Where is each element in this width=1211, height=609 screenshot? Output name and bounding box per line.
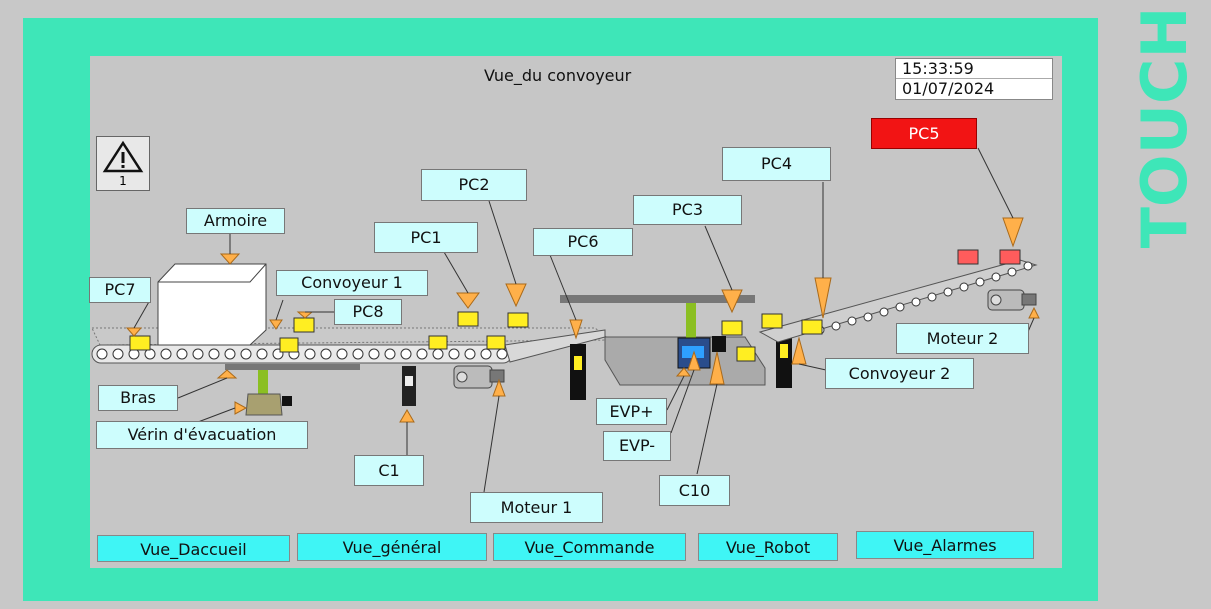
label-convoyeur-1: Convoyeur 1: [276, 270, 428, 296]
nav-vue-alarmes-button[interactable]: Vue_Alarmes: [856, 531, 1034, 559]
pc6-post: [570, 344, 586, 400]
label-moteur-2: Moteur 2: [896, 323, 1029, 354]
label-evp-plus: EVP+: [596, 398, 667, 425]
label-pc8: PC8: [334, 299, 402, 325]
armoire-box: [157, 263, 267, 346]
label-pc1: PC1: [374, 222, 478, 253]
moteur-2-graphic: [987, 289, 1037, 311]
moteur-1-graphic: [453, 365, 505, 389]
label-bras: Bras: [98, 385, 178, 411]
label-pc2: PC2: [421, 169, 527, 201]
nav-vue-general-button[interactable]: Vue_général: [297, 533, 487, 561]
nav-vue-robot-button[interactable]: Vue_Robot: [698, 533, 838, 561]
label-evp-minus: EVP-: [603, 431, 671, 461]
verin-evacuation: [245, 393, 283, 416]
label-verin-evacuation: Vérin d'évacuation: [96, 421, 308, 449]
c10-block: [712, 336, 726, 352]
label-pc4: PC4: [722, 147, 831, 181]
red-pieces: [957, 249, 1021, 265]
label-pc6: PC6: [533, 228, 633, 256]
station-rod: [686, 303, 696, 339]
nav-vue-daccueil-button[interactable]: Vue_Daccueil: [97, 535, 290, 562]
label-moteur-1: Moteur 1: [470, 492, 603, 523]
conveyor-1-rail: [225, 364, 360, 370]
label-c1: C1: [354, 455, 424, 486]
label-pc5: PC5: [871, 118, 977, 149]
conveyor-scene: [91, 147, 1040, 493]
label-armoire: Armoire: [186, 208, 285, 234]
label-pc3: PC3: [633, 195, 742, 225]
nav-vue-commande-button[interactable]: Vue_Commande: [493, 533, 686, 561]
label-c10: C10: [659, 475, 730, 506]
label-pc7: PC7: [89, 277, 151, 303]
bras-rod: [258, 370, 268, 394]
label-convoyeur-2: Convoyeur 2: [825, 358, 974, 389]
